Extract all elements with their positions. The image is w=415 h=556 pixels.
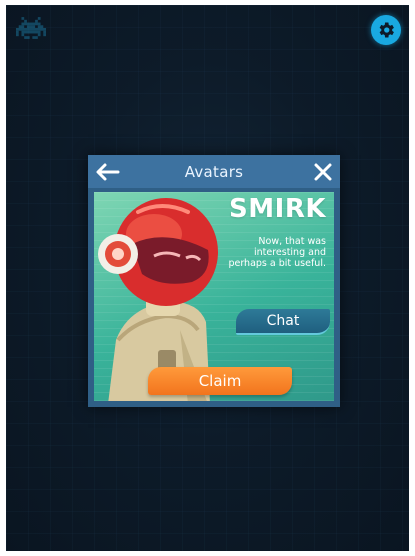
claim-button[interactable]: Claim bbox=[148, 367, 292, 395]
dialog-header: Avatars bbox=[88, 155, 340, 188]
avatar-description: Now, that was interesting and perhaps a … bbox=[228, 236, 326, 269]
settings-button[interactable] bbox=[371, 15, 401, 45]
dialog-title: Avatars bbox=[184, 162, 244, 181]
back-arrow-icon[interactable] bbox=[94, 162, 120, 182]
game-screen: Avatars SMIRK Now, that was interesting … bbox=[6, 5, 409, 551]
chat-button[interactable]: Chat bbox=[236, 309, 330, 335]
avatars-dialog: Avatars SMIRK Now, that was interesting … bbox=[88, 155, 340, 407]
close-icon[interactable] bbox=[312, 161, 334, 183]
settings-gear-icon bbox=[379, 22, 394, 38]
avatar-name: SMIRK bbox=[229, 194, 326, 224]
avatar-card: SMIRK Now, that was interesting and perh… bbox=[94, 192, 334, 401]
space-invader-icon[interactable] bbox=[16, 15, 46, 41]
